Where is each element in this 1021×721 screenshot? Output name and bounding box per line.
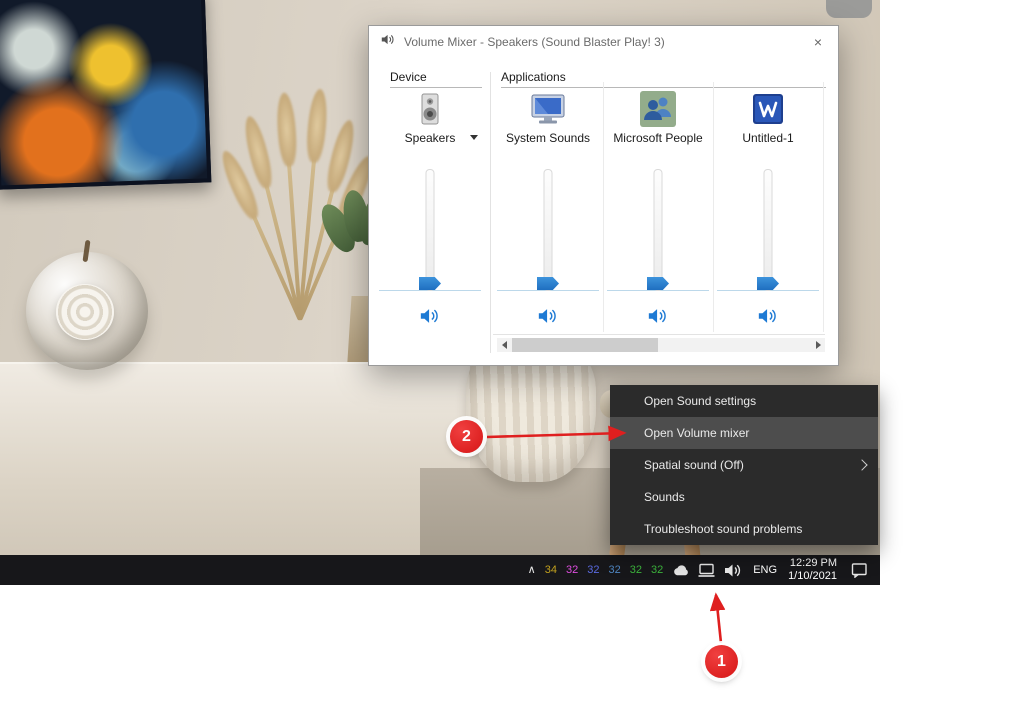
device-dropdown-button[interactable] — [465, 128, 483, 146]
menu-item-label: Troubleshoot sound problems — [644, 522, 802, 536]
menu-item-troubleshoot[interactable]: Troubleshoot sound problems — [610, 513, 878, 545]
menu-item-open-volume-mixer[interactable]: Open Volume mixer — [610, 417, 878, 449]
slider-track — [426, 169, 435, 291]
system-sounds-icon[interactable] — [528, 89, 568, 129]
channel-microsoft-people: Microsoft People — [603, 82, 714, 332]
chevron-right-icon — [856, 459, 867, 470]
volume-slider[interactable] — [603, 169, 713, 309]
menu-item-label: Open Sound settings — [644, 394, 756, 408]
untitled-document-icon[interactable] — [748, 89, 788, 129]
menu-item-open-sound-settings[interactable]: Open Sound settings — [610, 385, 878, 417]
taskbar: ∧ 34 32 32 32 32 32 ENG 12:29 PM 1/10/20… — [0, 555, 880, 585]
menu-item-sounds[interactable]: Sounds — [610, 481, 878, 513]
close-button[interactable]: × — [806, 30, 830, 54]
speaker-icon[interactable] — [724, 563, 742, 578]
section-divider — [490, 72, 491, 353]
scroll-left-button[interactable] — [497, 338, 511, 352]
slider-thumb[interactable] — [757, 277, 779, 290]
channel-name: Untitled-1 — [713, 131, 823, 145]
tray-sensor-value[interactable]: 32 — [651, 564, 663, 576]
clock-time: 12:29 PM — [788, 557, 837, 570]
slider-thumb[interactable] — [419, 277, 441, 290]
slider-track — [654, 169, 663, 291]
channel-name: System Sounds — [493, 131, 603, 145]
volume-slider[interactable] — [713, 169, 823, 309]
scrollbar-thumb[interactable] — [512, 338, 658, 352]
menu-item-label: Open Volume mixer — [644, 426, 749, 440]
clock[interactable]: 12:29 PM 1/10/2021 — [788, 557, 837, 583]
chevron-right-icon — [816, 341, 821, 349]
wall-art-picture — [0, 0, 211, 190]
channel-system-sounds: System Sounds — [493, 82, 604, 332]
cloud-icon[interactable] — [672, 563, 689, 578]
chevron-left-icon — [502, 341, 507, 349]
speaker-icon — [381, 33, 395, 51]
ceiling-lamp — [826, 0, 872, 18]
step-2-badge: 2 — [450, 420, 483, 453]
window-body: Device Applications Speakers — [369, 58, 838, 365]
volume-slider[interactable] — [375, 169, 485, 309]
screenshot-canvas: ∧ 34 32 32 32 32 32 ENG 12:29 PM 1/10/20… — [0, 0, 1021, 721]
channel-speakers: Speakers — [375, 82, 485, 332]
volume-mixer-window: Volume Mixer - Speakers (Sound Blaster P… — [368, 25, 839, 366]
chevron-down-icon — [470, 135, 478, 140]
scroll-right-button[interactable] — [811, 338, 825, 352]
window-title: Volume Mixer - Speakers (Sound Blaster P… — [404, 35, 665, 49]
slider-track — [544, 169, 553, 291]
tray-overflow-chevron-icon[interactable]: ∧ — [528, 565, 536, 576]
menu-item-label: Spatial sound (Off) — [644, 458, 744, 472]
step-1-badge: 1 — [705, 645, 738, 678]
sound-context-menu: Open Sound settings Open Volume mixer Sp… — [610, 385, 878, 545]
horizontal-scrollbar[interactable] — [497, 338, 825, 352]
step1-arrow — [716, 595, 721, 643]
language-indicator[interactable]: ENG — [753, 564, 777, 576]
slider-thumb[interactable] — [537, 277, 559, 290]
people-app-icon[interactable] — [638, 89, 678, 129]
tray-sensor-value[interactable]: 34 — [545, 564, 557, 576]
tray-sensor-value[interactable]: 32 — [566, 564, 578, 576]
tray-sensor-value[interactable]: 32 — [587, 564, 599, 576]
clock-date: 1/10/2021 — [788, 570, 837, 583]
tray-sensor-value[interactable]: 32 — [630, 564, 642, 576]
slider-thumb[interactable] — [647, 277, 669, 290]
channel-untitled-1: Untitled-1 — [713, 82, 824, 332]
speakers-device-icon[interactable] — [410, 89, 450, 129]
tray-sensor-value[interactable]: 32 — [608, 564, 620, 576]
menu-item-spatial-sound[interactable]: Spatial sound (Off) — [610, 449, 878, 481]
volume-slider[interactable] — [493, 169, 603, 309]
action-center-icon[interactable] — [851, 562, 868, 578]
network-icon[interactable] — [698, 562, 715, 578]
white-rose — [56, 284, 114, 340]
menu-item-label: Sounds — [644, 490, 685, 504]
slider-track — [764, 169, 773, 291]
channel-name: Microsoft People — [603, 131, 713, 145]
content-divider — [493, 334, 825, 335]
table-surface — [0, 362, 470, 555]
titlebar[interactable]: Volume Mixer - Speakers (Sound Blaster P… — [369, 26, 838, 58]
glass-apple-decor — [26, 252, 148, 370]
